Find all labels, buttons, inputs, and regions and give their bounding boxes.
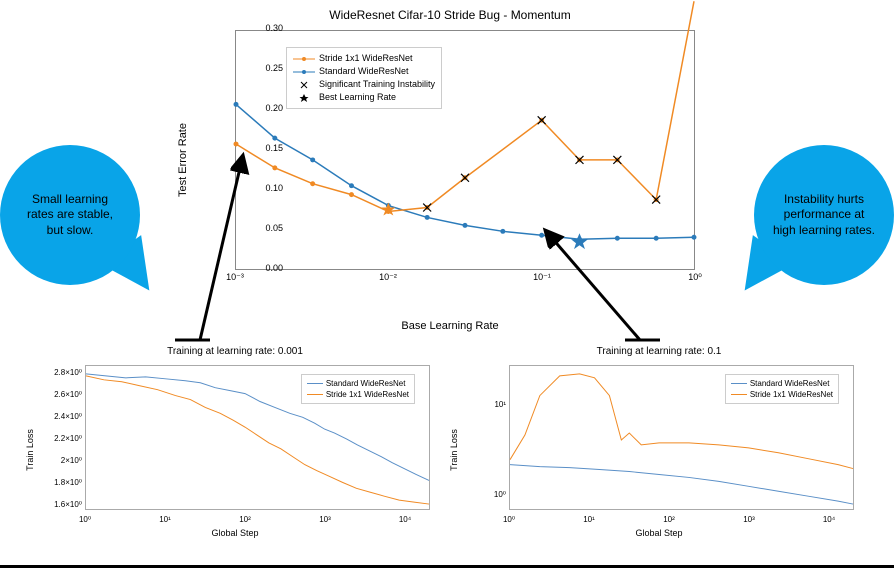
sr-leg-b: Stride 1x1 WideResNet <box>750 389 833 400</box>
ytick: 0.30 <box>253 23 283 33</box>
main-legend: Stride 1x1 WideResNet Standard WideResNe… <box>286 47 442 109</box>
sxtick: 10² <box>663 515 675 524</box>
subchart-lr-01: Training at learning rate: 0.1 Train Los… <box>454 360 864 540</box>
legend-s2: Standard WideResNet <box>319 65 409 78</box>
sytick: 2×10⁰ <box>61 456 82 465</box>
ytick: 0.00 <box>253 263 283 273</box>
legend-s1: Stride 1x1 WideResNet <box>319 52 413 65</box>
sxtick: 10³ <box>319 515 331 524</box>
subleft-xlabel: Global Step <box>211 528 258 538</box>
sxtick: 10⁰ <box>79 515 91 524</box>
subright-ylabel: Train Loss <box>449 429 459 471</box>
sytick: 10⁰ <box>494 490 506 499</box>
sr-leg-a: Standard WideResNet <box>750 378 830 389</box>
sytick: 1.6×10⁰ <box>54 500 82 509</box>
series-standard <box>236 104 694 239</box>
speech-bubble-left: Small learning rates are stable, but slo… <box>0 145 140 285</box>
main-plot-area: Stride 1x1 WideResNet Standard WideResNe… <box>235 30 695 270</box>
subleft-ylabel: Train Loss <box>25 429 35 471</box>
subleft-legend: Standard WideResNet Stride 1x1 WideResNe… <box>301 374 415 404</box>
legend-instab: Significant Training Instability <box>319 78 435 91</box>
sytick: 2.2×10⁰ <box>54 434 82 443</box>
xtick: 10⁻¹ <box>533 272 551 283</box>
ytick: 0.05 <box>253 223 283 233</box>
ytick: 0.15 <box>253 143 283 153</box>
subleft-title: Training at learning rate: 0.001 <box>167 346 303 357</box>
sxtick: 10³ <box>743 515 755 524</box>
series-stride1x1-points <box>234 118 659 214</box>
main-ylabel: Test Error Rate <box>177 123 189 197</box>
main-chart-title: WideResnet Cifar-10 Stride Bug - Momentu… <box>329 8 570 22</box>
sytick: 2.6×10⁰ <box>54 390 82 399</box>
xtick: 10⁻² <box>379 272 397 283</box>
ytick: 0.10 <box>253 183 283 193</box>
speech-bubble-right: Instability hurts performance at high le… <box>754 145 894 285</box>
sxtick: 10⁰ <box>503 515 515 524</box>
sytick: 2.8×10⁰ <box>54 368 82 377</box>
xtick: 10⁰ <box>688 272 702 283</box>
series-standard-points <box>234 102 697 242</box>
sxtick: 10⁴ <box>823 515 835 524</box>
ytick: 0.25 <box>253 63 283 73</box>
legend-best: Best Learning Rate <box>319 91 396 104</box>
subright-legend: Standard WideResNet Stride 1x1 WideResNe… <box>725 374 839 404</box>
sxtick: 10² <box>239 515 251 524</box>
subright-title: Training at learning rate: 0.1 <box>597 346 722 357</box>
sxtick: 10¹ <box>583 515 595 524</box>
xtick: 10⁻³ <box>226 272 244 283</box>
main-xlabel: Base Learning Rate <box>401 320 498 332</box>
subright-plot: Standard WideResNet Stride 1x1 WideResNe… <box>509 365 854 510</box>
sytick: 10¹ <box>494 400 506 409</box>
speech-left-text: Small learning rates are stable, but slo… <box>18 192 122 239</box>
speech-right-text: Instability hurts performance at high le… <box>772 192 876 239</box>
sl-leg-a: Standard WideResNet <box>326 378 406 389</box>
subright-xlabel: Global Step <box>635 528 682 538</box>
sxtick: 10⁴ <box>399 515 411 524</box>
sytick: 1.8×10⁰ <box>54 478 82 487</box>
subright-standard <box>510 465 853 504</box>
sxtick: 10¹ <box>159 515 171 524</box>
subchart-lr-0001: Training at learning rate: 0.001 Train L… <box>30 360 440 540</box>
sytick: 2.4×10⁰ <box>54 412 82 421</box>
main-chart: WideResnet Cifar-10 Stride Bug - Momentu… <box>195 20 705 300</box>
sl-leg-b: Stride 1x1 WideResNet <box>326 389 409 400</box>
ytick: 0.20 <box>253 103 283 113</box>
subleft-plot: Standard WideResNet Stride 1x1 WideResNe… <box>85 365 430 510</box>
instability-markers <box>423 116 660 211</box>
